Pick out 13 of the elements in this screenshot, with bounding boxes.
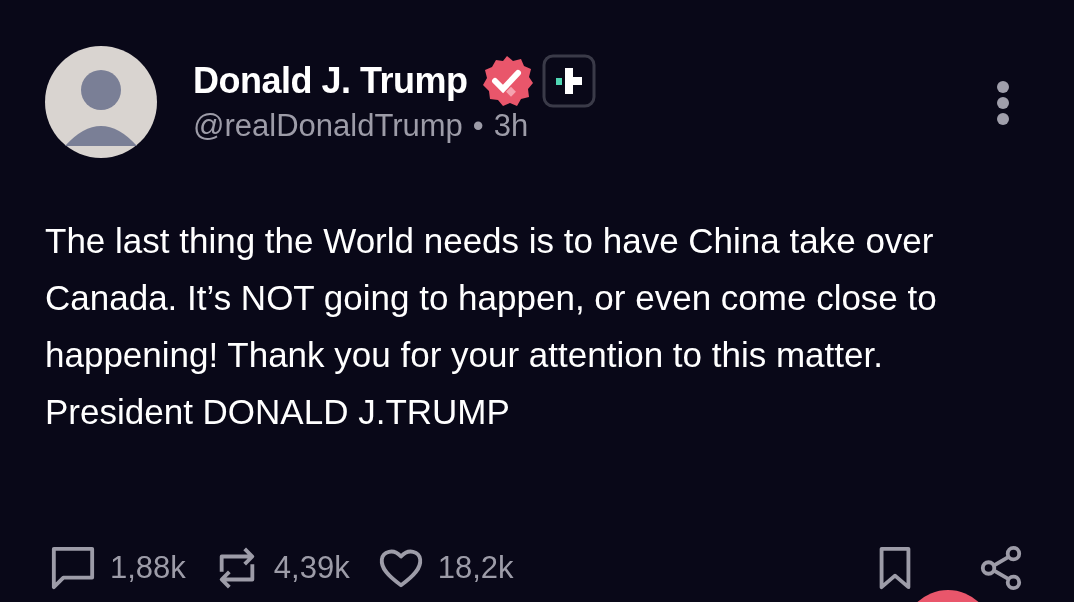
action-count: 1,88k <box>110 550 186 586</box>
comment-icon[interactable] <box>50 545 96 591</box>
post-text: The last thing the World needs is to have China take over Canada. It’s NOT going to happen, or even come close to happening! Thank you for your attention to this matter. President DONALD J.TRUMP <box>45 220 938 433</box>
plus-badge-icon <box>541 54 596 108</box>
author-handle[interactable]: @realDonaldTrump <box>193 108 463 144</box>
action-count: 18,2k <box>437 550 514 586</box>
author-name[interactable]: Donald J. Trump <box>193 60 468 102</box>
avatar[interactable] <box>45 46 157 158</box>
action-count: 4,39k <box>273 550 350 586</box>
separator-dot: • <box>472 108 484 144</box>
more-options-icon[interactable] <box>996 80 1010 126</box>
share-icon[interactable] <box>978 545 1024 591</box>
post-time: 3h <box>493 108 529 144</box>
